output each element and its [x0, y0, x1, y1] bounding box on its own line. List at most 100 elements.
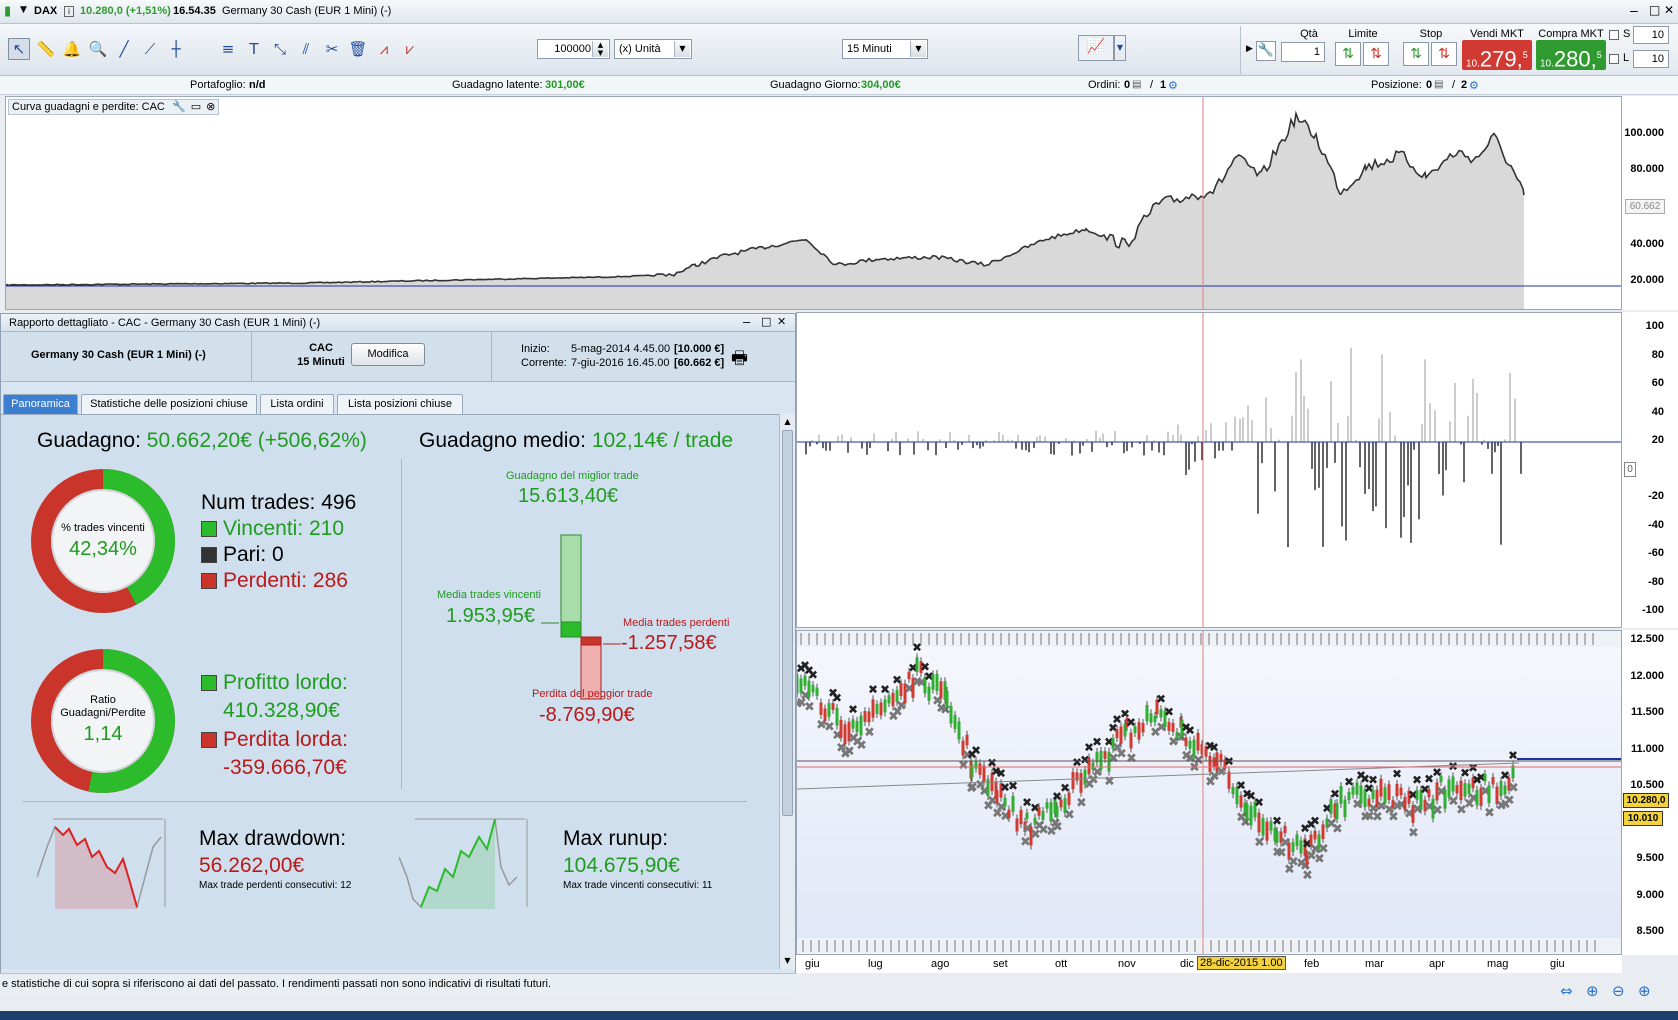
candle-body [1119, 726, 1123, 744]
limit-sell-icon[interactable]: ⇅ [1363, 42, 1389, 66]
report-title: Rapporto dettagliato - CAC - Germany 30 … [9, 317, 321, 329]
gear-icon[interactable]: ⚙ [1168, 79, 1178, 92]
spinner-icon[interactable]: ▲ ▼ [592, 41, 608, 57]
close-icon[interactable]: ✕ [777, 315, 786, 328]
candle-body [883, 699, 887, 713]
zoom-icon[interactable]: 🔍 [87, 38, 109, 60]
maximize-icon[interactable]: □ [1649, 3, 1660, 17]
start-value: 5-mag-2014 4.45.00 [571, 343, 671, 355]
chevron-down-icon[interactable]: ▼ [1114, 35, 1126, 61]
report-scrollbar[interactable]: ▲ ▼ [779, 414, 795, 969]
trade-histogram-chart[interactable] [797, 313, 1621, 627]
timeframe-select[interactable]: 15 Minuti ▼ [842, 39, 928, 59]
orders-list-icon[interactable]: ▤ [1132, 79, 1141, 90]
orders-label: Ordini: [1088, 79, 1121, 91]
x-month-label: mar [1365, 958, 1384, 970]
even-count: Pari: 0 [223, 543, 284, 566]
l-value-input[interactable]: 10 [1633, 50, 1669, 68]
ray-icon[interactable]: ⟋ [139, 38, 161, 60]
candle-body [859, 715, 863, 736]
close-icon[interactable]: ⊗ [206, 100, 215, 113]
equity-curve-chart[interactable] [6, 97, 1621, 309]
minimize-icon[interactable]: – [1630, 2, 1638, 18]
alarm-bell-icon[interactable]: 🔔 [61, 38, 83, 60]
scroll-down-icon[interactable]: ▼ [781, 954, 794, 967]
unit-select[interactable]: (x) Unità ▼ [614, 39, 692, 59]
tab-closed-stats[interactable]: Statistiche delle posizioni chiuse [81, 394, 257, 414]
quantity-input[interactable]: 100000 ▲ ▼ [537, 39, 610, 59]
collapse-arrow-icon[interactable]: ▶ [1246, 44, 1253, 54]
stop-sell-icon[interactable]: ⇅ [1431, 42, 1457, 66]
zoom-out-icon[interactable]: ⊖ [1612, 982, 1625, 1000]
trash-icon[interactable]: 🗑 [347, 38, 369, 60]
trendline-icon[interactable]: ╱ [113, 38, 135, 60]
exit-marker-icon: ✖ [1318, 842, 1329, 857]
exit-marker-icon: ✖ [1240, 816, 1251, 831]
scroll-up-icon[interactable]: ▲ [781, 415, 794, 428]
limit-buy-icon[interactable]: ⇅ [1335, 42, 1361, 66]
orders-count-a[interactable]: 0 [1124, 79, 1130, 91]
printer-icon[interactable]: 🖶 [731, 346, 748, 376]
donut2-value: 1,14 [83, 723, 123, 745]
pointer-icon[interactable]: ↖ [8, 38, 30, 60]
buy-market-label: Compra MKT [1538, 28, 1604, 40]
channel-icon[interactable]: ⫽ [295, 38, 317, 60]
text-tool-icon[interactable]: T [243, 38, 265, 60]
position-count-a[interactable]: 0 [1426, 79, 1432, 91]
zoom-fit-icon[interactable]: ⇔ [1560, 982, 1573, 1000]
dropdown-arrow-icon[interactable]: ▼ [20, 5, 27, 15]
entry-marker-icon: ✖ [1224, 755, 1234, 769]
orders-count-b[interactable]: 1 [1160, 79, 1166, 91]
wrench-icon[interactable]: 🔧 [172, 100, 186, 113]
indicator-chart-icon[interactable]: 📈 [1078, 35, 1114, 61]
position-count-b[interactable]: 2 [1461, 79, 1467, 91]
candle-body [1439, 775, 1443, 783]
window-icon[interactable]: ▭ [191, 100, 201, 113]
candle-body [867, 711, 871, 723]
candle-body [1087, 757, 1091, 775]
candle-body [1227, 771, 1231, 789]
zoom-in-icon[interactable]: ⊕ [1638, 982, 1651, 1000]
info-icon[interactable]: i [64, 6, 74, 17]
max-drawdown-value: 56.262,00€ [199, 854, 305, 877]
pattern-icon[interactable]: ⩘ [373, 38, 395, 60]
tab-order-list[interactable]: Lista ordini [260, 394, 334, 414]
candle-body [1025, 812, 1029, 819]
best-trade-value: 15.613,40€ [518, 485, 619, 507]
buy-market-button[interactable]: 10.280,5 [1536, 40, 1606, 71]
chart-type-icon[interactable]: ▮ [4, 4, 11, 19]
wrench-icon[interactable]: 🔧 [1256, 41, 1276, 61]
ruler-icon[interactable]: 📏 [35, 38, 57, 60]
price-chart[interactable]: ✖✖✖✖✖✖✖✖✖✖✖✖✖✖✖✖✖✖✖✖✖✖ ✖✖✖✖✖✖✖✖✖✖✖✖✖✖✖✖✖✖… [797, 631, 1621, 954]
position-list-icon[interactable]: ▤ [1434, 79, 1443, 90]
tab-closed-positions[interactable]: Lista posizioni chiuse [337, 394, 463, 414]
order-qty-input[interactable]: 1 [1281, 42, 1325, 62]
symbol-label[interactable]: DAX [34, 5, 57, 17]
fibonacci-icon[interactable]: ≡ [217, 38, 239, 60]
report-instrument: Germany 30 Cash (EUR 1 Mini) (-) [31, 349, 206, 361]
gear-icon[interactable]: ⚙ [1469, 79, 1479, 92]
candle-body [1196, 732, 1200, 751]
tools-icon[interactable]: ✂ [321, 38, 343, 60]
gross-loss-swatch [201, 732, 217, 748]
zoom-select-icon[interactable]: ⊕ [1586, 982, 1599, 1000]
entry-marker-icon: ✖ [1164, 705, 1174, 719]
modify-button[interactable]: Modifica [351, 343, 425, 366]
minimize-icon[interactable]: – [743, 314, 750, 329]
stop-buy-icon[interactable]: ⇅ [1403, 42, 1429, 66]
close-icon[interactable]: ✕ [1664, 3, 1674, 17]
zigzag-icon[interactable]: ⩗ [399, 38, 421, 60]
arrow-tool-icon[interactable]: ⤡ [269, 38, 291, 60]
scroll-thumb[interactable] [782, 430, 793, 816]
candle-body [863, 711, 867, 722]
candle-body [1167, 722, 1171, 731]
y-tick: 9.000 [1636, 889, 1664, 901]
timeframe-value: 15 Minuti [847, 43, 892, 55]
l-checkbox[interactable] [1609, 54, 1619, 64]
maximize-icon[interactable]: □ [761, 315, 771, 328]
s-value-input[interactable]: 10 [1633, 26, 1669, 44]
tab-overview[interactable]: Panoramica [3, 394, 78, 414]
horizontal-line-icon[interactable]: ┼ [165, 38, 187, 60]
sell-market-button[interactable]: 10.279,5 [1462, 40, 1532, 71]
s-checkbox[interactable] [1609, 30, 1619, 40]
